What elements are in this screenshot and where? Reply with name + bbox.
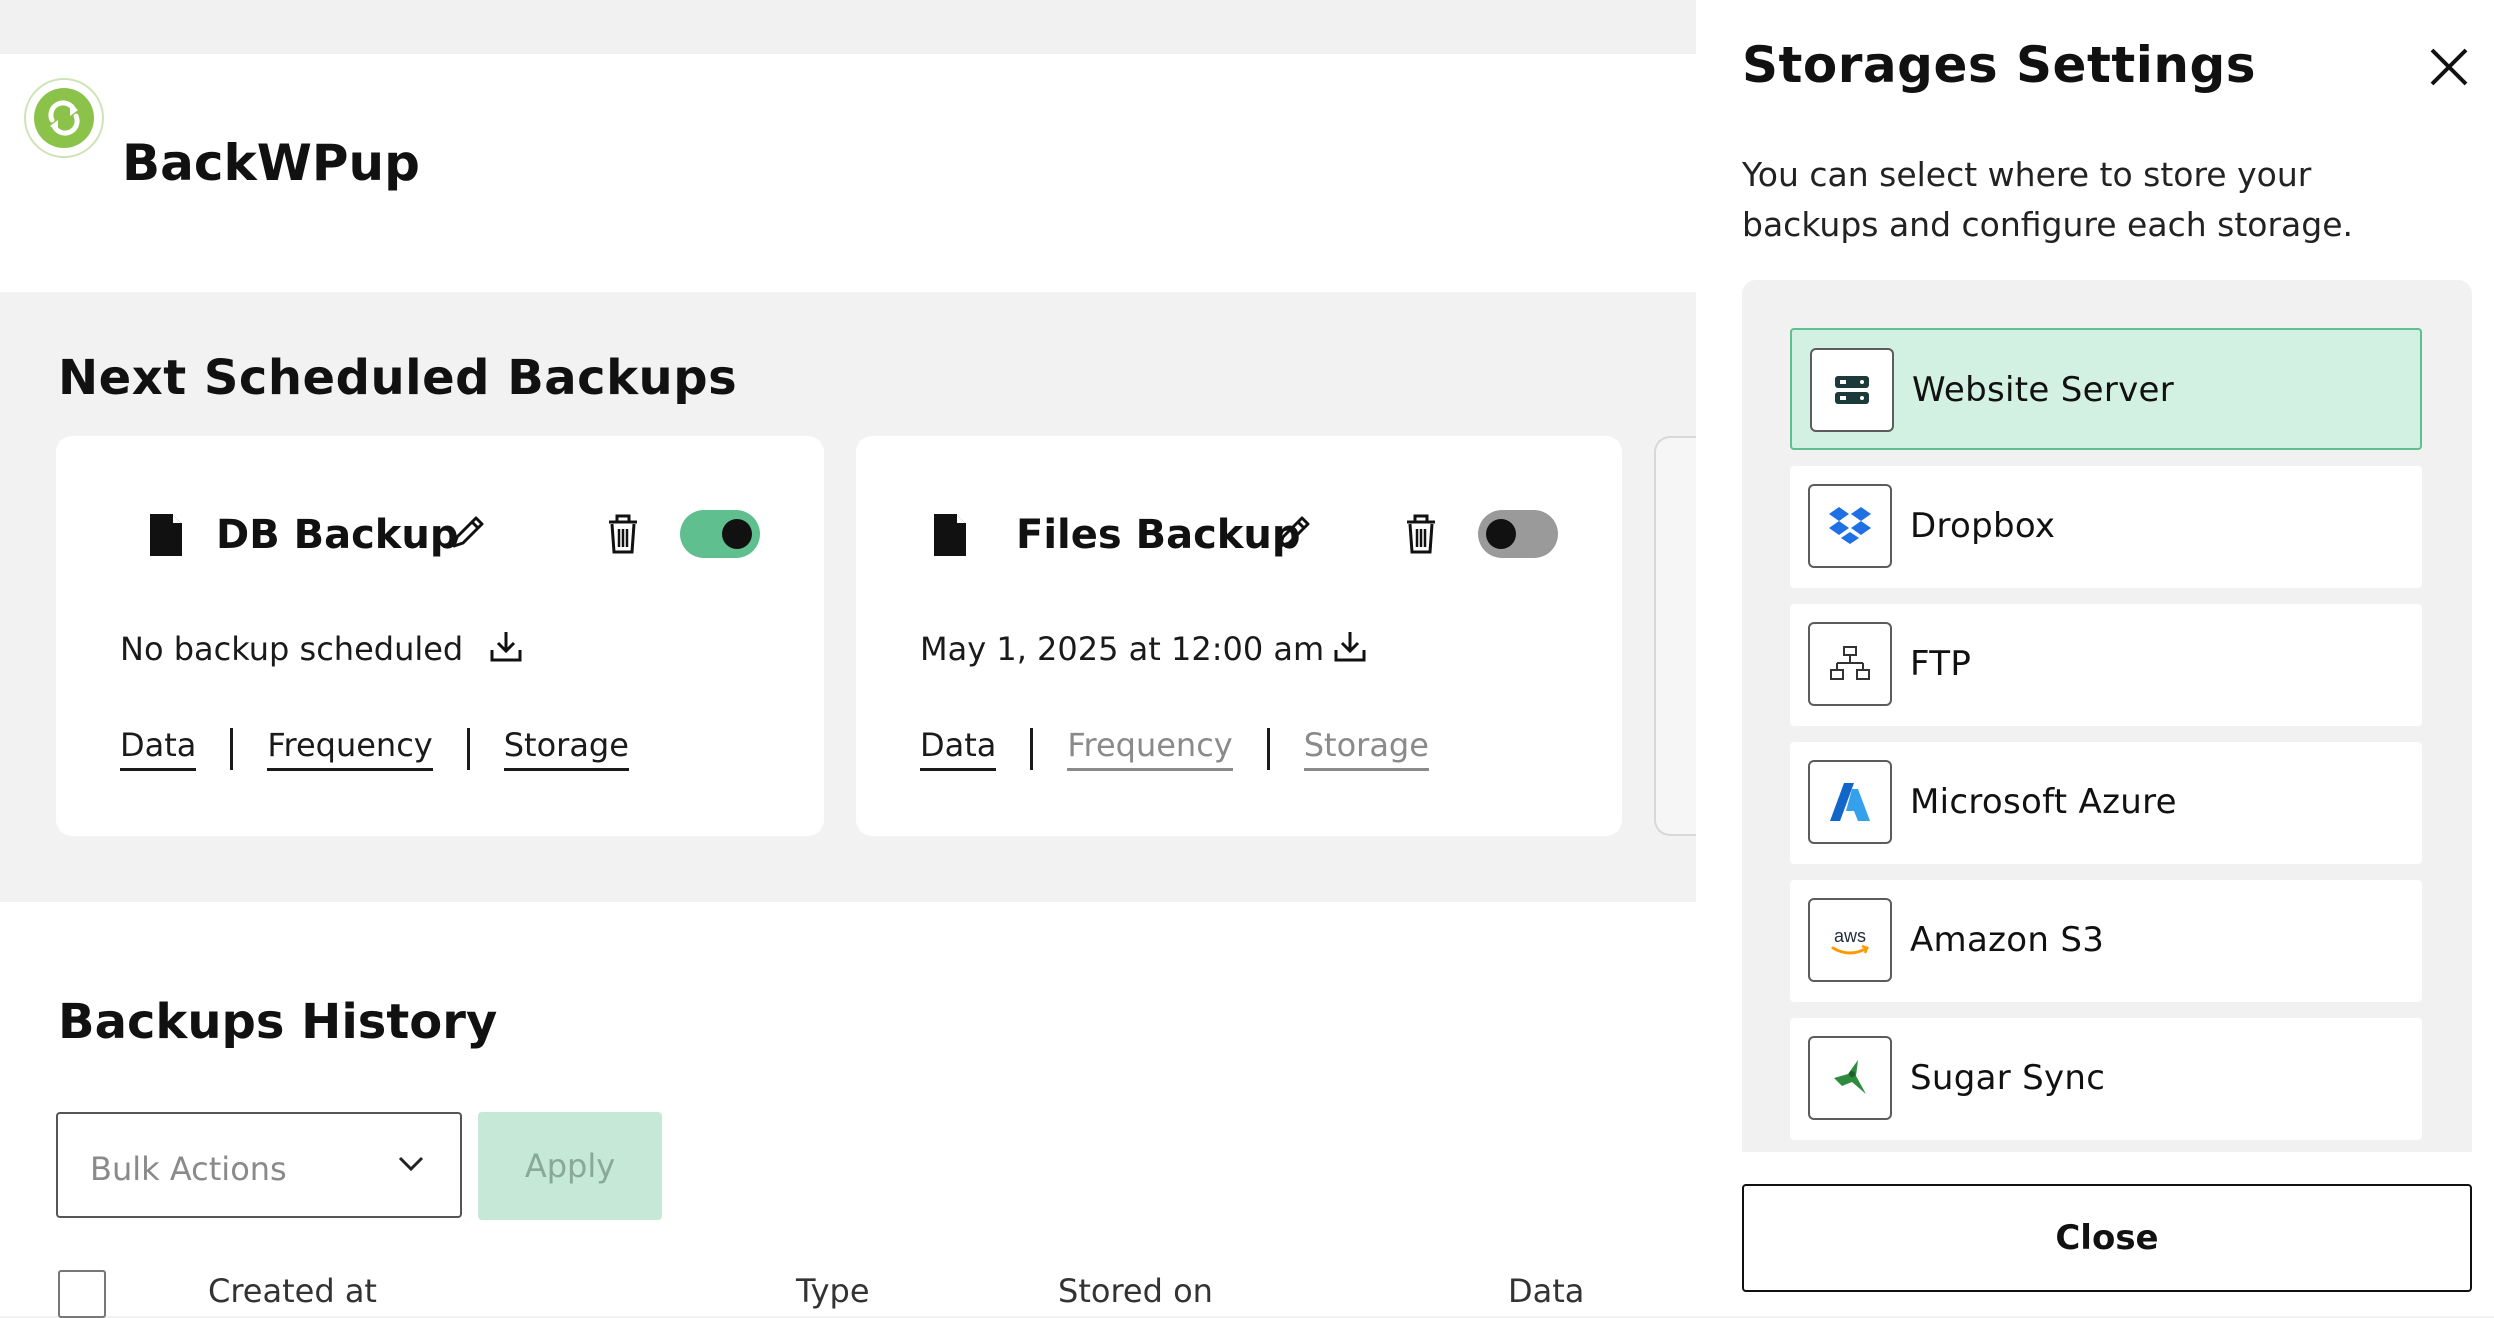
- column-type[interactable]: Type: [796, 1272, 870, 1310]
- bulk-actions-label: Bulk Actions: [90, 1150, 287, 1188]
- apply-button[interactable]: Apply: [478, 1112, 662, 1220]
- backup-card-files: Files Backup May 1, 2025 at 12:00 am Dat…: [856, 436, 1622, 836]
- card-tabs: Data Frequency Storage: [920, 726, 1429, 771]
- column-created-at[interactable]: Created at: [208, 1272, 377, 1310]
- ftp-network-icon: [1808, 622, 1892, 706]
- history-section: [0, 902, 1700, 1316]
- backup-card-db: DB Backup No backup scheduled Data Frequ…: [56, 436, 824, 836]
- app-logo-text: BackWPup: [122, 134, 420, 192]
- dropbox-icon: [1808, 484, 1892, 568]
- storage-label: FTP: [1910, 644, 1972, 684]
- drawer-title: Storages Settings: [1742, 36, 2257, 94]
- bulk-actions-select[interactable]: Bulk Actions: [56, 1112, 462, 1218]
- tab-divider: [1266, 727, 1270, 770]
- storage-label: Dropbox: [1910, 506, 2056, 546]
- server-icon: [1810, 348, 1894, 432]
- tab-divider: [1030, 727, 1034, 770]
- storage-label: Sugar Sync: [1910, 1058, 2106, 1098]
- card-tabs: Data Frequency Storage: [120, 726, 629, 771]
- sugarsync-icon: [1808, 1036, 1892, 1120]
- storage-list: Website Server Dropbox FTP Microsoft Azu…: [1742, 280, 2472, 1152]
- drawer-description: You can select where to store your backu…: [1742, 155, 2353, 244]
- storage-item-microsoft-azure[interactable]: Microsoft Azure: [1790, 742, 2422, 864]
- close-icon[interactable]: [2426, 44, 2472, 90]
- trash-icon[interactable]: [1404, 514, 1438, 554]
- top-bar: [0, 0, 1700, 54]
- file-icon: [934, 514, 966, 556]
- download-icon[interactable]: [1332, 628, 1368, 664]
- tab-frequency[interactable]: Frequency: [1067, 726, 1233, 771]
- storage-item-ftp[interactable]: FTP: [1790, 604, 2422, 726]
- storage-label: Website Server: [1912, 370, 2175, 410]
- close-button[interactable]: Close: [1742, 1184, 2472, 1292]
- storage-item-sugar-sync[interactable]: Sugar Sync: [1790, 1018, 2422, 1140]
- backup-card-title: DB Backup: [216, 512, 459, 558]
- storage-item-amazon-s3[interactable]: aws Amazon S3: [1790, 880, 2422, 1002]
- backup-card-title: Files Backup: [1016, 512, 1301, 558]
- storages-settings-drawer: Storages Settings You can select where t…: [1696, 0, 2494, 1316]
- backwpup-logo-icon: [24, 78, 104, 158]
- schedule-toggle[interactable]: [680, 510, 760, 558]
- aws-icon: aws: [1808, 898, 1892, 982]
- column-data[interactable]: Data: [1508, 1272, 1584, 1310]
- edit-pencil-icon[interactable]: [1274, 512, 1314, 552]
- toggle-knob: [1486, 519, 1516, 549]
- next-run-text: No backup scheduled: [120, 630, 464, 668]
- column-stored-on[interactable]: Stored on: [1058, 1272, 1213, 1310]
- tab-data[interactable]: Data: [920, 726, 997, 771]
- history-title: Backups History: [58, 994, 498, 1050]
- tab-storage[interactable]: Storage: [1303, 726, 1429, 771]
- azure-icon: [1808, 760, 1892, 844]
- tab-divider: [230, 727, 234, 770]
- trash-icon[interactable]: [606, 514, 640, 554]
- edit-pencil-icon[interactable]: [448, 512, 488, 552]
- storage-label: Amazon S3: [1910, 920, 2105, 960]
- file-icon: [150, 514, 182, 556]
- svg-text:aws: aws: [1834, 926, 1866, 946]
- download-icon[interactable]: [488, 628, 524, 664]
- tab-divider: [466, 727, 470, 770]
- toggle-knob: [722, 519, 752, 549]
- schedule-toggle[interactable]: [1478, 510, 1558, 558]
- storage-label: Microsoft Azure: [1910, 782, 2177, 822]
- next-run-text: May 1, 2025 at 12:00 am: [920, 630, 1325, 668]
- scheduled-title: Next Scheduled Backups: [58, 350, 738, 406]
- chevron-down-icon: [398, 1156, 424, 1172]
- tab-storage[interactable]: Storage: [503, 726, 629, 771]
- storage-item-dropbox[interactable]: Dropbox: [1790, 466, 2422, 588]
- storage-item-website-server[interactable]: Website Server: [1790, 328, 2422, 450]
- tab-frequency[interactable]: Frequency: [267, 726, 433, 771]
- select-all-checkbox[interactable]: [58, 1270, 106, 1318]
- tab-data[interactable]: Data: [120, 726, 197, 771]
